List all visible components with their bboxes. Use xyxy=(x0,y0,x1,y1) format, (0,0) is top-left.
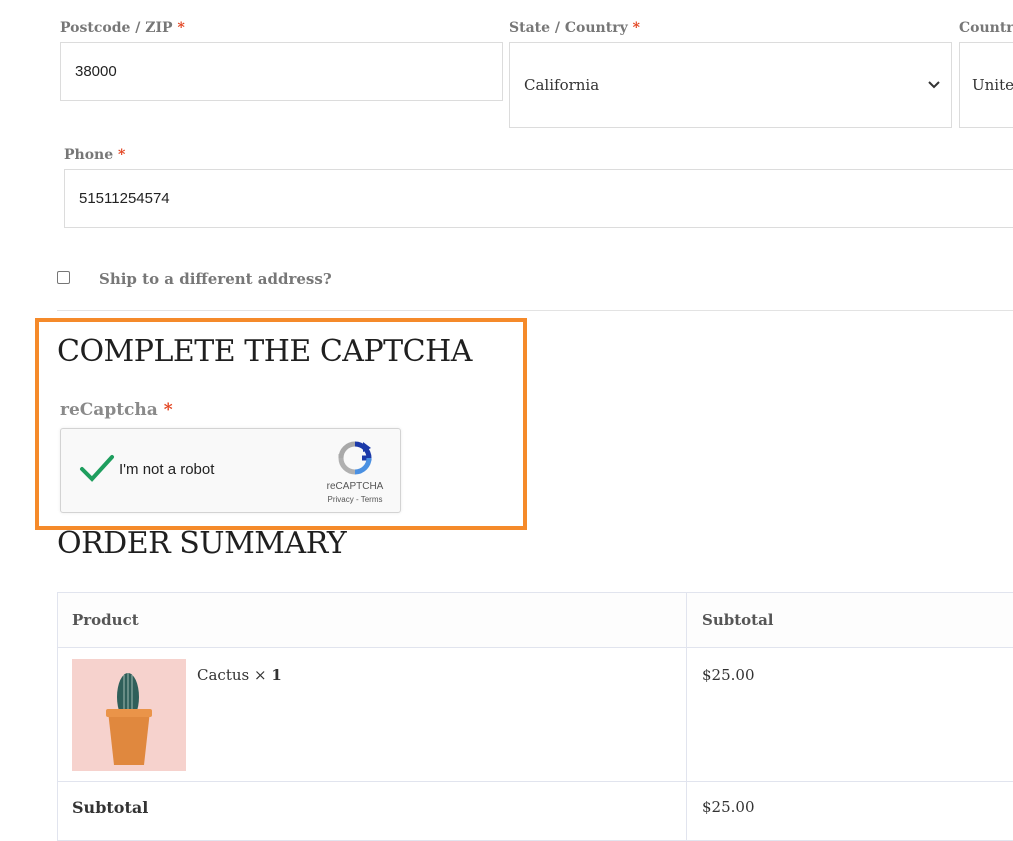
phone-label: Phone * xyxy=(64,147,126,163)
product-thumbnail xyxy=(72,659,186,771)
order-summary-heading: ORDER SUMMARY xyxy=(57,526,347,561)
checkmark-icon[interactable] xyxy=(79,453,115,483)
table-row: Cactus × 1 xyxy=(57,647,687,782)
country-label: Country xyxy=(959,20,1013,36)
recaptcha-terms-link[interactable]: Terms xyxy=(361,495,383,504)
ship-different-checkbox[interactable] xyxy=(57,271,70,284)
recaptcha-widget: I'm not a robot reCAPTCHA Privacy - Term… xyxy=(60,428,401,513)
product-name: Cactus × 1 xyxy=(197,666,282,684)
recaptcha-field-label: reCaptcha * xyxy=(60,400,173,420)
recaptcha-logo-icon xyxy=(338,441,372,475)
table-header-product: Product xyxy=(57,592,687,648)
section-divider xyxy=(57,310,1013,311)
captcha-heading: COMPLETE THE CAPTCHA xyxy=(57,334,472,369)
postcode-input[interactable]: 38000 xyxy=(60,42,503,101)
country-select[interactable]: Unite xyxy=(959,42,1013,128)
recaptcha-links: Privacy - Terms xyxy=(327,495,383,504)
subtotal-value-cell: $25.00 xyxy=(686,781,1013,841)
postcode-label: Postcode / ZIP * xyxy=(60,20,185,36)
ship-different-label[interactable]: Ship to a different address? xyxy=(99,270,332,288)
chevron-down-icon xyxy=(928,81,940,89)
recaptcha-label: I'm not a robot xyxy=(119,461,215,478)
subtotal-row: Subtotal xyxy=(57,781,687,841)
item-subtotal: $25.00 xyxy=(702,666,755,684)
subtotal-label: Subtotal xyxy=(72,798,149,817)
subtotal-value: $25.00 xyxy=(702,798,755,816)
item-subtotal-cell: $25.00 xyxy=(686,647,1013,782)
state-select[interactable]: California xyxy=(509,42,952,128)
recaptcha-brand: reCAPTCHA xyxy=(326,481,384,492)
state-label: State / Country * xyxy=(509,20,640,36)
order-summary-table: Product Subtotal Cactus × 1 $25.00 Subto… xyxy=(57,592,1013,841)
cactus-pot-icon xyxy=(72,659,186,771)
table-header-subtotal: Subtotal xyxy=(686,592,1013,648)
phone-input[interactable]: 51511254574 xyxy=(64,169,1013,228)
recaptcha-privacy-link[interactable]: Privacy xyxy=(328,495,354,504)
